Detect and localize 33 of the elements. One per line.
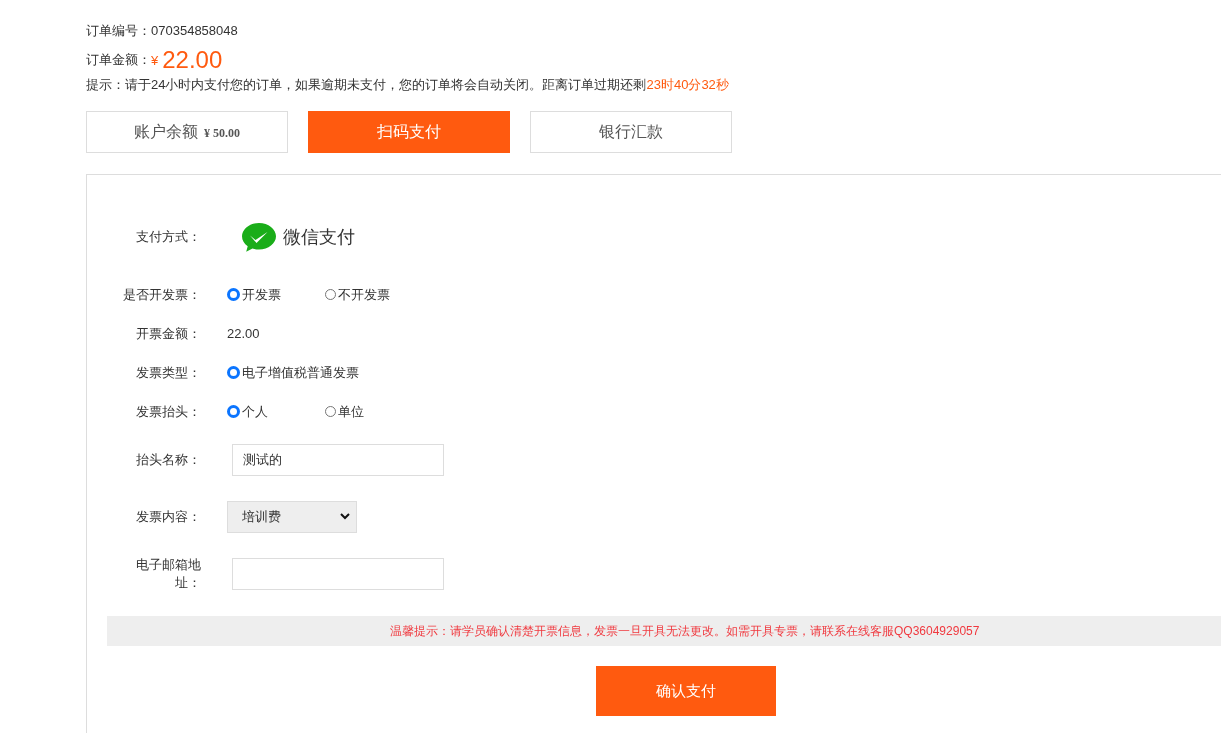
payment-hint: 提示：请于24小时内支付您的订单，如果逾期未支付，您的订单将会自动关闭。距离订单过期还剩 xyxy=(86,76,647,94)
chevron-down-icon xyxy=(340,513,350,520)
invoice-amount: 22.00 xyxy=(227,326,260,341)
countdown: 23时40分32秒 xyxy=(646,76,729,94)
radio-option[interactable]: 电子增值税普通发票 xyxy=(227,363,359,382)
dropdown[interactable]: 培训费 xyxy=(227,500,357,533)
radio-option[interactable]: 单位 xyxy=(325,402,423,421)
chat-bubble-check-icon xyxy=(241,221,277,253)
currency-sign: ¥ xyxy=(151,52,159,68)
radio-icon[interactable] xyxy=(227,405,240,418)
field-label: 开票金额： xyxy=(135,324,201,343)
radio-icon[interactable] xyxy=(227,366,240,379)
payment-tab[interactable]: 账户余额 ¥ 50.00 xyxy=(86,111,288,153)
field-label: 电子邮箱地址： xyxy=(135,555,201,592)
order-number: 070354858048 xyxy=(151,23,238,38)
payment-method: 微信支付 xyxy=(283,226,355,249)
field-label: 抬头名称： xyxy=(135,450,201,469)
field-label: 发票类型： xyxy=(135,363,201,382)
field-label: 发票抬头： xyxy=(135,402,201,421)
radio-icon[interactable] xyxy=(227,288,240,301)
order-amount: 22.00 xyxy=(162,46,223,74)
order-number-label: 订单编号： xyxy=(86,22,151,40)
input-field[interactable] xyxy=(232,557,444,590)
order-amount-label: 订单金额： xyxy=(86,51,151,69)
notice-text: 温馨提示：请学员确认清楚开票信息，发票一旦开具无法更改。如需开具专票，请联系在线客服QQ3604929057 xyxy=(390,622,980,640)
radio-option[interactable]: 个人 xyxy=(227,402,325,421)
field-label: 支付方式： xyxy=(135,228,201,246)
field-label: 是否开发票： xyxy=(123,285,201,304)
field-label: 发票内容： xyxy=(135,507,201,526)
radio-option[interactable]: 不开发票 xyxy=(325,285,423,304)
input-field[interactable]: 测试的 xyxy=(232,443,444,476)
radio-option[interactable]: 开发票 xyxy=(227,285,325,304)
payment-tab[interactable]: 银行汇款 xyxy=(530,111,732,153)
